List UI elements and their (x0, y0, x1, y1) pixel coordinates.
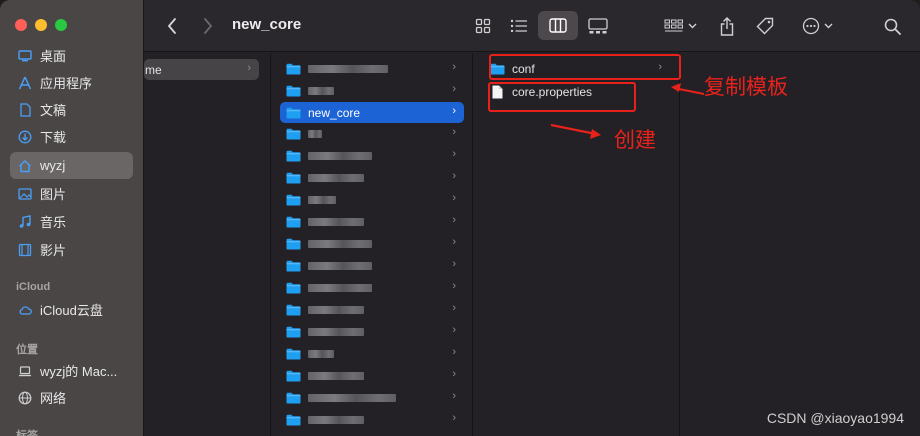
arrow-to-conf-icon (671, 83, 705, 95)
watermark: CSDN @xiaoyao1994 (766, 410, 904, 426)
arrow-to-properties-icon (550, 123, 601, 139)
annotation-copy-template: 复制模板 (704, 75, 788, 99)
annotation-arrows (550, 83, 705, 139)
annotation-create: 创建 (614, 128, 656, 152)
finder-window: 桌面 应用程序 文稿 下载 wyzj 图片 音乐 影片 iCloud iClou… (0, 0, 920, 436)
